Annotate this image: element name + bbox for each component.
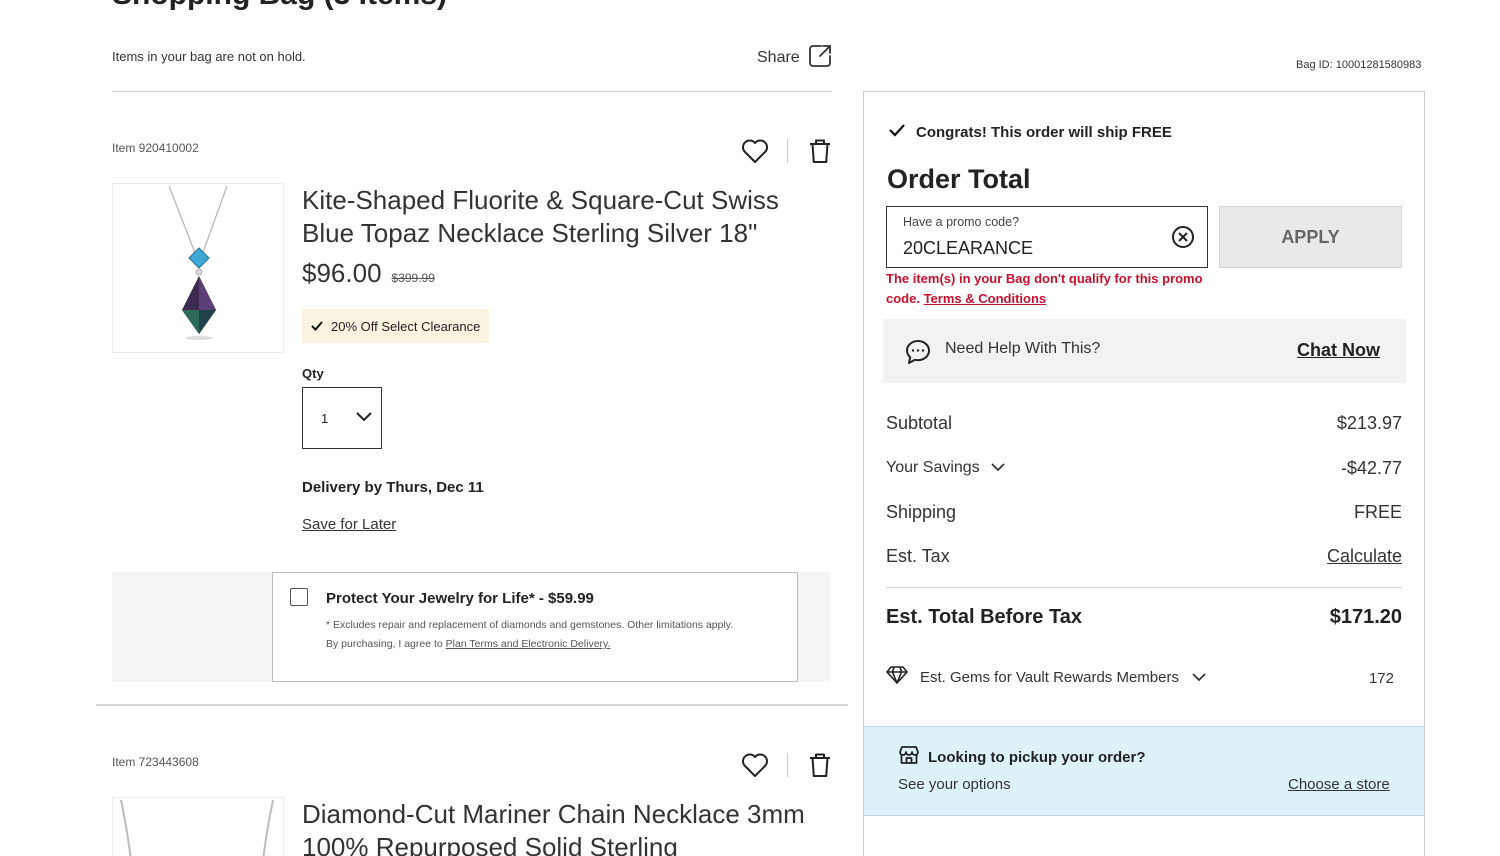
qty-select[interactable]: 1 (302, 387, 382, 449)
savings-label: Your Savings (886, 459, 980, 476)
subtotal-value: $213.97 (1336, 413, 1402, 433)
wishlist-heart-icon[interactable] (740, 750, 770, 780)
delivery-date: Delivery by Thurs, Dec 11 (302, 479, 484, 496)
share-icon (808, 44, 832, 73)
action-separator (787, 139, 788, 163)
product-image[interactable] (112, 797, 284, 856)
choose-store-link[interactable]: Choose a store (1288, 776, 1390, 793)
gem-icon (886, 666, 908, 688)
calculate-tax-link[interactable]: Calculate (1327, 546, 1402, 567)
promo-tag-label: 20% Off Select Clearance (331, 318, 481, 334)
hold-note: Items in your bag are not on hold. (112, 49, 306, 64)
item-number: Item 920410002 (112, 141, 199, 155)
save-for-later-link[interactable]: Save for Later (302, 516, 396, 533)
chevron-down-icon (355, 411, 373, 426)
free-shipping-notice: Congrats! This order will ship FREE (888, 123, 1172, 141)
divider (112, 91, 832, 92)
promo-error-message: The item(s) in your Bag don't qualify fo… (886, 269, 1206, 309)
pickup-panel (864, 726, 1424, 816)
tax-label: Est. Tax (886, 546, 950, 566)
promo-tag: 20% Off Select Clearance (302, 309, 490, 343)
item-actions (740, 750, 835, 780)
protection-fine-print: * Excludes repair and replacement of dia… (326, 619, 734, 631)
savings-value: -$42.77 (1340, 458, 1402, 478)
protection-plan-title: Protect Your Jewelry for Life* - $59.99 (326, 590, 594, 607)
promo-code-label: Have a promo code? (903, 215, 1020, 229)
share-label: Share (757, 49, 800, 66)
total-value: $171.20 (1329, 606, 1402, 628)
plan-terms-link[interactable]: Plan Terms and Electronic Delivery. (446, 638, 611, 650)
pickup-subtitle: See your options (898, 776, 1011, 793)
subtotal-label: Subtotal (886, 413, 953, 433)
action-separator (787, 753, 788, 777)
chevron-down-icon (1191, 669, 1207, 686)
item-actions (740, 136, 835, 166)
bag-id: Bag ID: 10001281580983 (1296, 59, 1422, 71)
promo-code-input[interactable] (903, 236, 1153, 260)
qty-value: 1 (321, 410, 329, 426)
savings-toggle[interactable]: Your Savings (886, 459, 1006, 477)
check-icon (888, 123, 906, 141)
gems-toggle[interactable]: Est. Gems for Vault Rewards Members (886, 666, 1207, 688)
product-image[interactable] (112, 183, 284, 353)
protection-agreement: By purchasing, I agree to Plan Terms and… (326, 638, 610, 650)
page-title: Shopping Bag (3 Items) (112, 0, 447, 12)
share-button[interactable]: Share (757, 44, 832, 72)
pickup-title: Looking to pickup your order? (898, 745, 1146, 769)
gems-value: 172 (1368, 670, 1394, 687)
total-label: Est. Total Before Tax (886, 606, 1082, 628)
chat-bubble-icon (904, 338, 932, 366)
terms-conditions-link[interactable]: Terms & Conditions (924, 291, 1047, 306)
pickup-title-text: Looking to pickup your order? (928, 748, 1146, 766)
trash-icon[interactable] (805, 750, 835, 780)
gems-label: Est. Gems for Vault Rewards Members (920, 668, 1179, 686)
price-row: $96.00 $399.99 (302, 258, 435, 289)
trash-icon[interactable] (805, 136, 835, 166)
shipping-value: FREE (1353, 502, 1402, 522)
chevron-down-icon (990, 459, 1006, 477)
wishlist-heart-icon[interactable] (740, 136, 770, 166)
sale-price: $96.00 (302, 258, 382, 288)
divider (886, 587, 1402, 588)
clear-promo-icon[interactable] (1170, 224, 1196, 250)
free-shipping-text: Congrats! This order will ship FREE (916, 123, 1172, 141)
agreement-prefix: By purchasing, I agree to (326, 638, 446, 650)
shipping-label: Shipping (886, 502, 957, 522)
check-icon (311, 319, 323, 334)
original-price: $399.99 (391, 271, 435, 285)
order-total-heading: Order Total (887, 164, 1031, 194)
qty-label: Qty (302, 366, 324, 381)
item-number: Item 723443608 (112, 755, 199, 769)
product-name[interactable]: Diamond-Cut Mariner Chain Necklace 3mm 1… (302, 798, 822, 856)
divider (96, 704, 848, 706)
help-text: Need Help With This? (945, 340, 1101, 357)
protection-plan-checkbox[interactable] (290, 588, 308, 606)
product-name[interactable]: Kite-Shaped Fluorite & Square-Cut Swiss … (302, 184, 822, 250)
store-icon (898, 745, 920, 769)
apply-promo-button[interactable]: APPLY (1219, 206, 1402, 268)
chat-now-link[interactable]: Chat Now (1297, 340, 1380, 361)
